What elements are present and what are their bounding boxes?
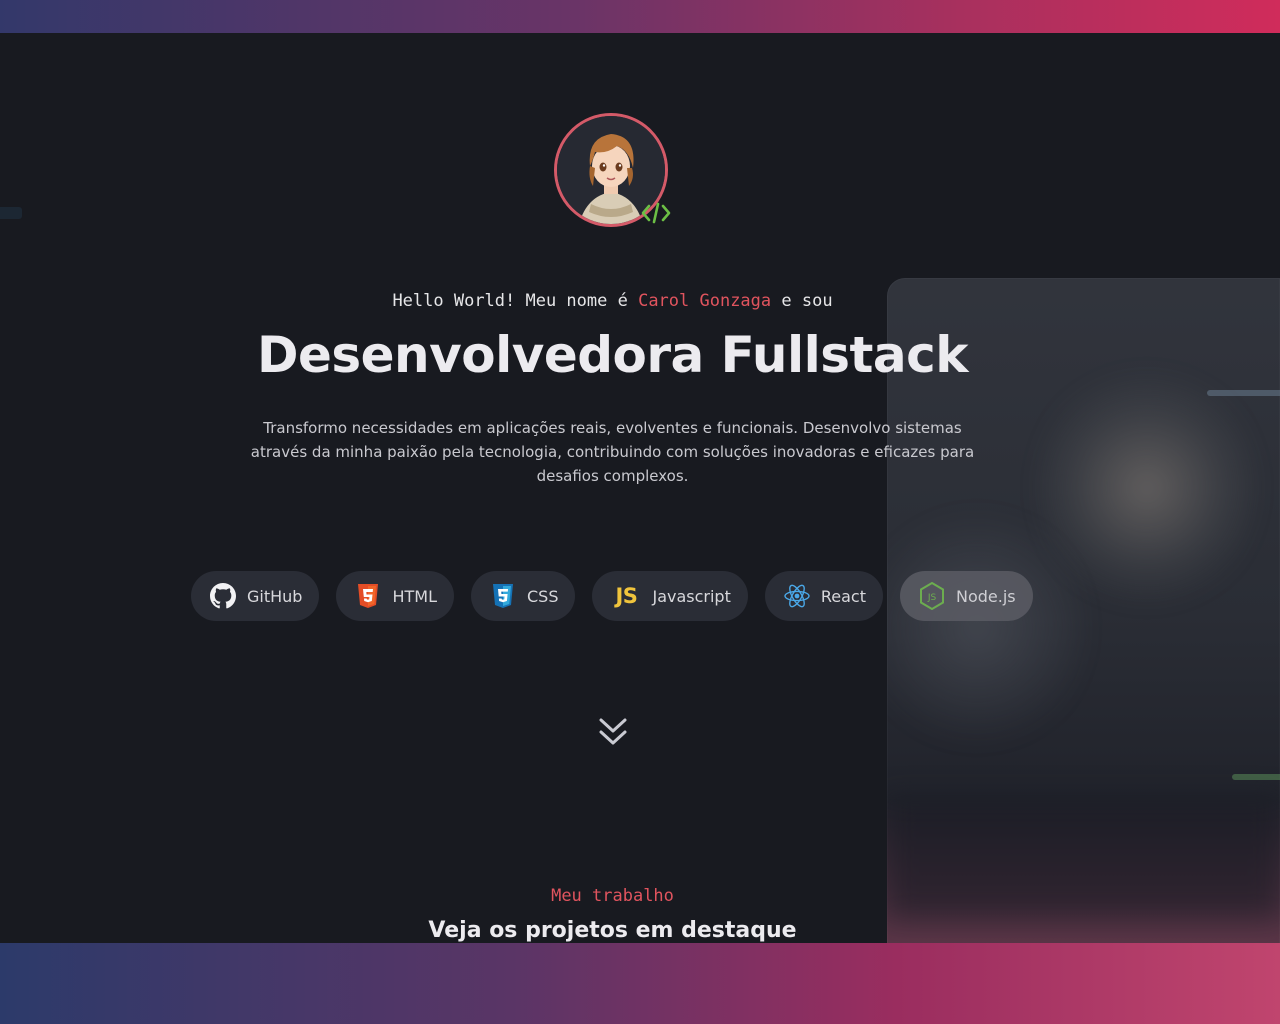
greeting-suffix: e sou xyxy=(771,291,833,311)
skill-label: CSS xyxy=(526,586,559,606)
skill-label: Javascript xyxy=(652,586,731,606)
skill-label: React xyxy=(820,586,866,606)
developer-name: Carol Gonzaga xyxy=(638,291,772,311)
skill-label: GitHub xyxy=(247,586,303,606)
chevron-double-down-icon[interactable] xyxy=(598,716,628,748)
svg-text:JS: JS xyxy=(927,593,937,603)
js-icon: JS xyxy=(615,584,638,608)
greeting-text: Hello World! Meu nome é Carol Gonzaga e … xyxy=(0,291,1225,311)
skill-label: HTML xyxy=(392,586,437,606)
bottom-gradient-bar xyxy=(0,943,1280,1024)
skill-chip-css[interactable]: CSS xyxy=(470,571,576,621)
top-gradient-bar xyxy=(0,0,1280,33)
skill-chip-github[interactable]: GitHub xyxy=(191,571,320,621)
react-icon xyxy=(783,582,811,610)
css3-icon xyxy=(489,582,517,610)
skill-label: Node.js xyxy=(955,586,1016,606)
section-title: Veja os projetos em destaque xyxy=(428,918,797,943)
code-icon xyxy=(640,201,672,225)
hero-description: Transformo necessidades em aplicações re… xyxy=(250,419,975,485)
github-icon xyxy=(209,582,237,610)
skill-chip-react[interactable]: React xyxy=(764,571,883,621)
blurred-overlay-panel xyxy=(887,278,1280,1024)
page-title: Desenvolvedora Fullstack xyxy=(256,326,969,384)
skill-chip-javascript[interactable]: JS Javascript xyxy=(592,571,748,621)
nodejs-icon: JS xyxy=(918,582,946,610)
html5-icon xyxy=(354,582,382,610)
side-decoration xyxy=(0,207,22,219)
skills-list: GitHub HTML CSS JS Javascript React JS N… xyxy=(191,571,1033,621)
skill-chip-nodejs[interactable]: JS Node.js xyxy=(899,571,1033,621)
section-tag: Meu trabalho xyxy=(551,886,674,906)
greeting-prefix: Hello World! Meu nome é xyxy=(392,291,639,311)
skill-chip-html[interactable]: HTML xyxy=(336,571,454,621)
